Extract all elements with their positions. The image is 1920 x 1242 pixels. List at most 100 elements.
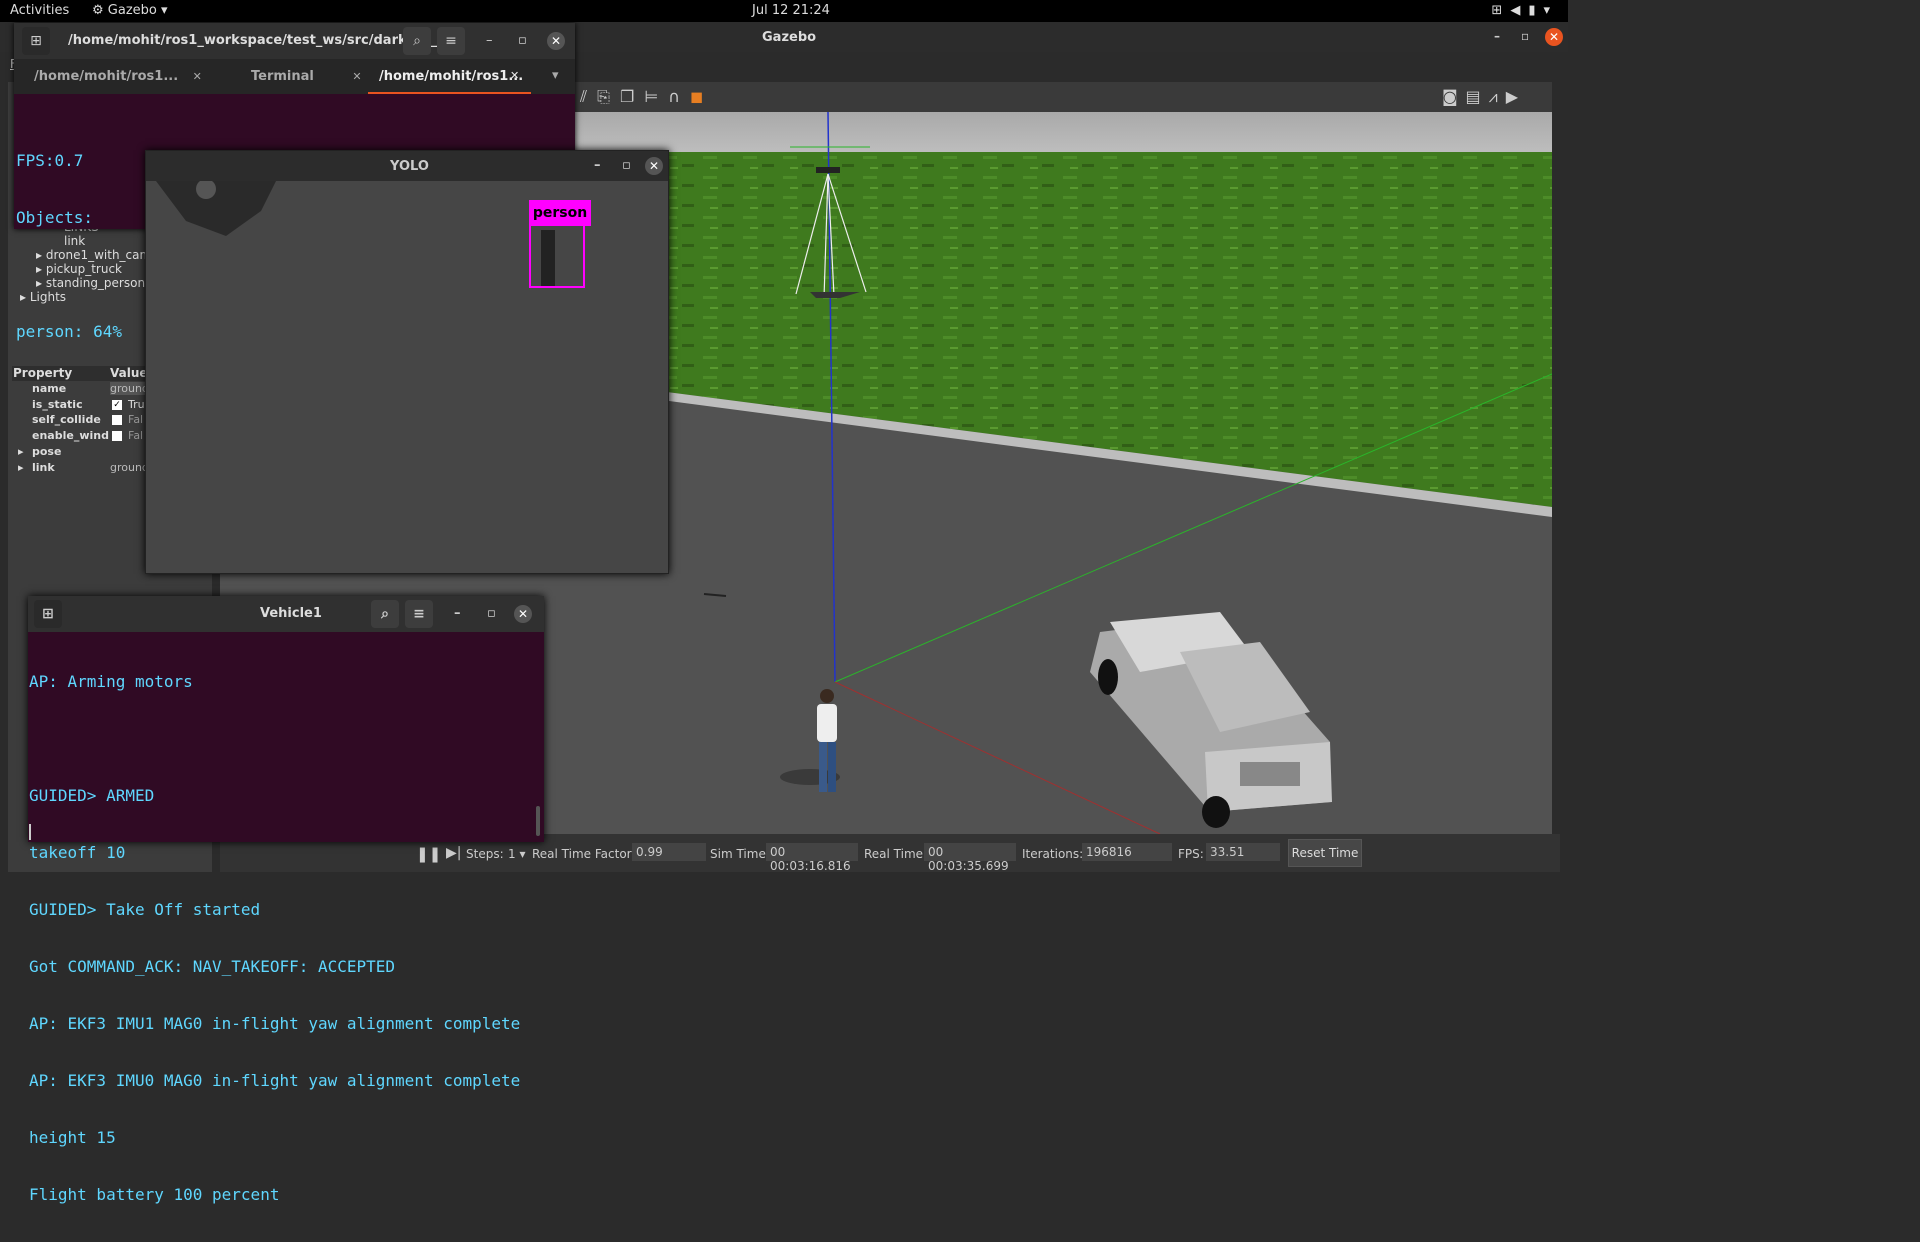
terminal-line: GUIDED> Take Off started bbox=[29, 900, 261, 919]
property-row-is-static[interactable]: is_static ✓ Tru bbox=[12, 398, 146, 413]
minimize-icon[interactable]: – bbox=[594, 158, 601, 173]
terminal-output: FPS:0.7 Objects: person: 64% bbox=[16, 113, 122, 379]
property-row-pose[interactable]: ▸ pose bbox=[12, 445, 146, 460]
tab-1[interactable]: /home/mohit/ros1... ✕ bbox=[34, 69, 202, 84]
app-menu-label: Gazebo bbox=[107, 3, 157, 18]
clock[interactable]: Jul 12 21:24 bbox=[752, 3, 830, 18]
fps-label: FPS: bbox=[1178, 847, 1204, 861]
snap-icon[interactable]: ∩ bbox=[668, 87, 690, 106]
terminal-cursor bbox=[29, 824, 31, 840]
property-name: enable_wind bbox=[32, 429, 109, 442]
activities-button[interactable]: Activities bbox=[10, 3, 69, 18]
property-name: name bbox=[32, 382, 67, 395]
tab-label: /home/mohit/ros1... bbox=[34, 69, 179, 84]
yolo-title: YOLO bbox=[390, 159, 429, 174]
expand-arrow-icon: ▸ bbox=[18, 461, 24, 474]
align-icon[interactable]: ⊨ bbox=[644, 87, 668, 106]
yolo-titlebar: YOLO – ▫ ✕ bbox=[146, 151, 668, 181]
app-menu[interactable]: ⚙ Gazebo ▾ bbox=[92, 3, 168, 18]
tab-close-icon[interactable]: ✕ bbox=[193, 70, 202, 83]
hamburger-menu-icon[interactable]: ≡ bbox=[405, 600, 433, 628]
yolo-window[interactable]: YOLO – ▫ ✕ person bbox=[145, 150, 669, 574]
terminal-line: FPS:0.7 bbox=[16, 151, 84, 170]
spinbox-arrow-icon: ▾ bbox=[519, 847, 526, 861]
tab-3-active[interactable]: /home/mohit/ros1... ✕ bbox=[368, 59, 531, 94]
real-time-label: Real Time: bbox=[864, 847, 928, 861]
system-tray[interactable]: ⊞◀▮▾ bbox=[1491, 3, 1558, 18]
terminal-tabs: /home/mohit/ros1... ✕ Terminal ✕ /home/m… bbox=[14, 59, 575, 94]
close-icon[interactable]: ✕ bbox=[514, 605, 532, 623]
toolbar-right-tools[interactable]: ◙▤⩘▶ bbox=[1442, 87, 1526, 107]
record-video-icon[interactable]: ▶ bbox=[1506, 87, 1526, 106]
property-name: link bbox=[32, 461, 55, 474]
property-row-name[interactable]: name ground bbox=[12, 382, 146, 397]
detection-label: person bbox=[529, 200, 591, 226]
terminal-line: person: 64% bbox=[16, 322, 122, 341]
rtf-value: 0.99 bbox=[632, 843, 706, 861]
toolbar-tools[interactable]: ⫽⎘❐⊨∩◼ bbox=[580, 87, 713, 107]
checkbox-unchecked-icon[interactable] bbox=[112, 431, 122, 441]
person-figure bbox=[541, 230, 555, 286]
power-menu-icon: ▾ bbox=[1543, 3, 1558, 18]
gazebo-app-icon: ⚙ bbox=[92, 3, 108, 18]
terminal-line: Objects: bbox=[16, 208, 94, 227]
gazebo-window-title: Gazebo bbox=[762, 30, 817, 45]
close-icon[interactable]: ✕ bbox=[547, 32, 565, 50]
property-row-self-collide[interactable]: self_collide Fal bbox=[12, 413, 146, 428]
property-value: Fal bbox=[128, 429, 144, 442]
tab-close-icon[interactable]: ✕ bbox=[352, 70, 361, 83]
terminal-line: height 15 bbox=[29, 1128, 116, 1147]
vehicle-title: Vehicle1 bbox=[260, 606, 322, 621]
tab-close-icon[interactable]: ✕ bbox=[510, 69, 519, 82]
terminal-line: AP: EKF3 IMU1 MAG0 in-flight yaw alignme… bbox=[29, 1014, 521, 1033]
property-row-enable-wind[interactable]: enable_wind Fal bbox=[12, 429, 146, 444]
reset-time-button[interactable]: Reset Time bbox=[1288, 839, 1362, 867]
chevron-down-icon: ▾ bbox=[161, 3, 168, 18]
property-value: Tru bbox=[128, 398, 145, 411]
new-tab-icon[interactable]: ⊞ bbox=[34, 600, 62, 628]
sim-time-value: 00 00:03:16.816 bbox=[766, 843, 858, 873]
volume-icon: ◀ bbox=[1510, 3, 1529, 18]
new-tab-icon[interactable]: ⊞ bbox=[22, 27, 50, 55]
property-name: self_collide bbox=[32, 413, 101, 426]
tab-2[interactable]: Terminal ✕ bbox=[251, 69, 362, 84]
maximize-icon[interactable]: ▫ bbox=[518, 33, 527, 48]
minimize-icon[interactable]: – bbox=[1494, 29, 1500, 43]
network-icon: ⊞ bbox=[1491, 3, 1511, 18]
hamburger-menu-icon[interactable]: ≡ bbox=[437, 27, 465, 55]
minimize-icon[interactable]: – bbox=[486, 33, 493, 48]
search-icon[interactable]: ⌕ bbox=[403, 27, 431, 55]
scrollbar[interactable] bbox=[536, 806, 540, 836]
tabs-dropdown-icon[interactable]: ▾ bbox=[552, 68, 559, 83]
maximize-icon[interactable]: ▫ bbox=[622, 158, 631, 173]
view-angle-icon[interactable]: ◼ bbox=[690, 87, 713, 106]
detection-box: person bbox=[529, 200, 591, 288]
close-icon[interactable]: ✕ bbox=[645, 157, 663, 175]
tab-label: /home/mohit/ros1... bbox=[379, 69, 524, 84]
tab-label: Terminal bbox=[251, 69, 314, 84]
copy-icon[interactable]: ⎘ bbox=[597, 87, 620, 106]
log-icon[interactable]: ▤ bbox=[1466, 87, 1489, 106]
terminal-titlebar: ⊞ /home/mohit/ros1_workspace/test_ws/src… bbox=[14, 23, 575, 59]
fps-value: 33.51 bbox=[1206, 843, 1280, 861]
screenshot-icon[interactable]: ◙ bbox=[1442, 87, 1466, 106]
system-top-bar: Activities ⚙ Gazebo ▾ Jul 12 21:24 ⊞◀▮▾ bbox=[0, 0, 1568, 22]
checkbox-unchecked-icon[interactable] bbox=[112, 415, 122, 425]
minimize-icon[interactable]: – bbox=[454, 606, 461, 621]
maximize-icon[interactable]: ▫ bbox=[487, 606, 496, 621]
search-icon[interactable]: ⌕ bbox=[371, 600, 399, 628]
terminal-line: Flight battery 100 percent bbox=[29, 1185, 280, 1204]
maximize-icon[interactable]: ▫ bbox=[1521, 29, 1529, 43]
iterations-label: Iterations: bbox=[1022, 847, 1084, 861]
plot-icon[interactable]: ⩘ bbox=[1489, 87, 1506, 106]
close-icon[interactable]: ✕ bbox=[1545, 28, 1563, 46]
property-row-link[interactable]: ▸ link ground bbox=[12, 461, 146, 476]
expand-arrow-icon: ▸ bbox=[18, 445, 24, 458]
paste-icon[interactable]: ❐ bbox=[620, 87, 644, 106]
camera-feed bbox=[156, 181, 276, 236]
checkbox-checked-icon[interactable]: ✓ bbox=[112, 400, 122, 410]
drone-leg-in-view bbox=[156, 181, 276, 236]
scale-tool-icon[interactable]: ⫽ bbox=[580, 87, 597, 106]
vehicle1-terminal[interactable]: ⊞ Vehicle1 ⌕ ≡ – ▫ ✕ AP: Arming motors G… bbox=[28, 596, 544, 1204]
